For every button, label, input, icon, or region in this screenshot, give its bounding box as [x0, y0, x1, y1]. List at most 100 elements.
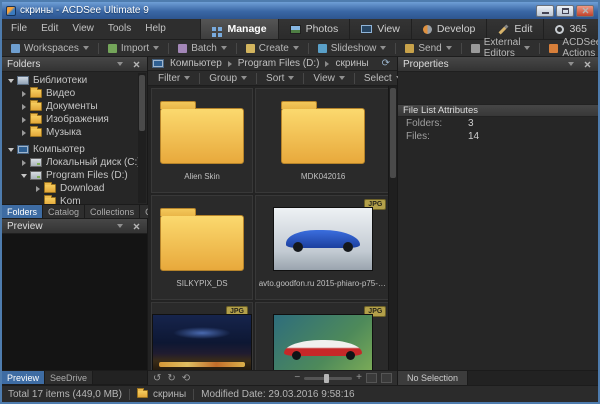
tab-365[interactable]: 365 [543, 19, 598, 39]
slideshow-icon [318, 44, 327, 53]
rotate-right-button[interactable]: ↻ [167, 372, 175, 385]
folder-icon [30, 115, 42, 124]
sync-button[interactable]: ⟲ [182, 372, 190, 385]
file-item-mdk042016[interactable]: MDK042016 [255, 88, 388, 193]
folder-icon [44, 197, 56, 204]
acdsee-actions-button[interactable]: ACDSee Actions [544, 41, 600, 56]
tree-item-libraries[interactable]: Библиотеки [2, 74, 147, 87]
panel-close-button[interactable] [581, 58, 593, 70]
panel-menu-button[interactable] [565, 58, 577, 70]
breadcrumb-separator-icon [228, 61, 232, 67]
tree-scrollbar-thumb[interactable] [139, 75, 145, 131]
expander-icon[interactable] [6, 79, 16, 83]
file-grid-scrollbar-thumb[interactable] [390, 88, 396, 178]
tab-no-selection[interactable]: No Selection [398, 371, 468, 385]
tree-item-kom[interactable]: Kom [2, 195, 147, 204]
sort-menu[interactable]: Sort [261, 72, 299, 85]
tree-item-video[interactable]: Видео [2, 87, 147, 100]
expander-icon[interactable] [33, 186, 43, 192]
rotate-left-button[interactable]: ↺ [153, 372, 161, 385]
minimize-button[interactable] [536, 5, 554, 17]
tab-preview[interactable]: Preview [2, 371, 45, 384]
view-menu[interactable]: View [308, 72, 350, 85]
library-icon [17, 76, 29, 85]
batch-button[interactable]: Batch [173, 41, 232, 56]
external-editors-button[interactable]: External Editors [466, 41, 536, 56]
zoom-in-button[interactable]: + [356, 372, 362, 384]
menu-tools[interactable]: Tools [101, 19, 138, 39]
close-button[interactable] [576, 5, 594, 17]
expander-icon[interactable] [19, 91, 29, 97]
folder-thumbnail-icon [160, 108, 244, 164]
zoom-slider-thumb[interactable] [324, 374, 329, 383]
slideshow-button[interactable]: Slideshow [313, 41, 392, 56]
expander-icon[interactable] [19, 174, 29, 178]
file-item-silkypix[interactable]: SILKYPIX_DS [151, 195, 253, 300]
expander-icon[interactable] [6, 148, 16, 152]
breadcrumb-computer[interactable]: Компьютер [168, 58, 224, 69]
menu-file[interactable]: File [4, 19, 34, 39]
panel-menu-button[interactable] [114, 58, 126, 70]
chevron-down-icon [380, 46, 386, 50]
tree-item-pictures[interactable]: Изображения [2, 113, 147, 126]
tab-develop[interactable]: Develop [411, 19, 487, 39]
file-item-avto-goodfon[interactable]: JPG avto.goodfon.ru 2015-phiaro-p75-co..… [255, 195, 388, 300]
expander-icon[interactable] [19, 160, 29, 166]
tab-folders[interactable]: Folders [2, 205, 43, 218]
tab-view[interactable]: View [349, 19, 411, 39]
file-grid-scrollbar[interactable] [388, 86, 397, 370]
tab-seedrive[interactable]: SeeDrive [45, 371, 93, 384]
zoom-out-button[interactable]: − [294, 372, 300, 384]
menu-help[interactable]: Help [138, 19, 173, 39]
tree-item-documents[interactable]: Документы [2, 100, 147, 113]
tab-photos[interactable]: Photos [278, 19, 350, 39]
view-mode-button[interactable] [366, 373, 377, 383]
tree-item-program-files-d[interactable]: Program Files (D:) [2, 169, 147, 182]
breadcrumb-skriny[interactable]: скрины [333, 58, 370, 69]
tab-collections[interactable]: Collections [85, 205, 140, 218]
panel-close-button[interactable] [130, 220, 142, 232]
refresh-button[interactable]: ⟳ [379, 58, 393, 70]
tab-edit[interactable]: Edit [486, 19, 543, 39]
file-item-red-car[interactable]: JPG [255, 302, 388, 370]
file-item-alien-skin[interactable]: Alien Skin [151, 88, 253, 193]
import-button[interactable]: Import [103, 41, 164, 56]
create-button[interactable]: Create [241, 41, 304, 56]
send-button[interactable]: Send [400, 41, 456, 56]
expander-icon[interactable] [19, 130, 29, 136]
filter-menu[interactable]: Filter [153, 72, 195, 85]
tree-item-label: Изображения [46, 114, 109, 125]
breadcrumb-program-files-d[interactable]: Program Files (D:) [236, 58, 322, 69]
property-row-folders: Folders: 3 [398, 117, 598, 130]
menu-bar: File Edit View Tools Help [2, 19, 173, 39]
folder-tree: Библиотеки Видео Документы Изображения М… [2, 72, 147, 204]
tree-scrollbar[interactable] [138, 73, 146, 203]
tree-item-label: Download [60, 183, 104, 194]
fullscreen-button[interactable] [381, 373, 392, 383]
titlebar: скрины - ACDSee Ultimate 9 [2, 2, 598, 19]
chevron-down-icon [288, 76, 294, 80]
tab-manage[interactable]: Manage [200, 19, 277, 39]
maximize-button[interactable] [556, 5, 574, 17]
tree-item-local-disk-c[interactable]: Локальный диск (C:) [2, 156, 147, 169]
panel-close-button[interactable] [130, 58, 142, 70]
menu-edit[interactable]: Edit [34, 19, 65, 39]
external-editors-icon [471, 44, 480, 53]
toolbar-label: Batch [191, 43, 217, 54]
tree-item-download[interactable]: Download [2, 182, 147, 195]
zoom-slider[interactable] [304, 377, 352, 380]
panel-menu-button[interactable] [114, 220, 126, 232]
menu-view[interactable]: View [65, 19, 101, 39]
tree-item-computer[interactable]: Компьютер [2, 143, 147, 156]
tab-catalog[interactable]: Catalog [43, 205, 85, 218]
group-menu[interactable]: Group [204, 72, 252, 85]
mode-label: 365 [569, 23, 587, 35]
edit-icon [499, 24, 509, 34]
expander-icon[interactable] [19, 117, 29, 123]
mode-label: Manage [227, 23, 266, 35]
file-item-night-city[interactable]: JPG [151, 302, 253, 370]
expander-icon[interactable] [19, 104, 29, 110]
workspaces-button[interactable]: Workspaces [6, 41, 94, 56]
main-toolbar: Workspaces Import Batch Create Slideshow… [2, 40, 598, 57]
tree-item-music[interactable]: Музыка [2, 126, 147, 139]
